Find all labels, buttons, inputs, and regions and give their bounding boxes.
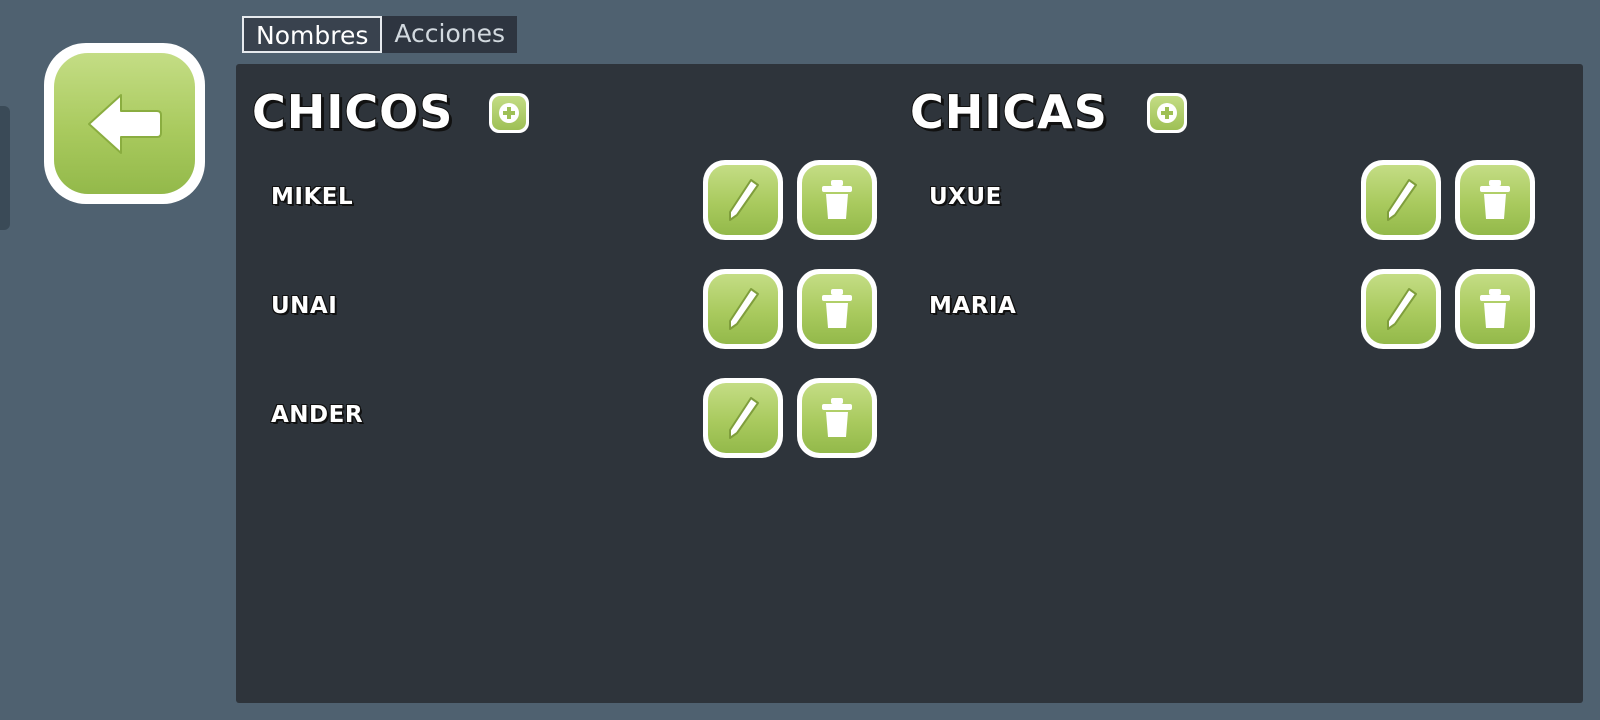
edit-button[interactable] xyxy=(703,378,783,458)
edit-button[interactable] xyxy=(1361,269,1441,349)
add-boy-button[interactable] xyxy=(489,93,529,133)
list-item: ANDER xyxy=(252,378,892,458)
edit-button[interactable] xyxy=(703,160,783,240)
trash-icon xyxy=(819,396,855,440)
pencil-icon xyxy=(725,177,761,223)
tab-bar: Nombres Acciones xyxy=(242,16,518,53)
list-item: UNAI xyxy=(252,269,892,349)
list-item: MARIA xyxy=(910,269,1550,349)
delete-button[interactable] xyxy=(797,160,877,240)
back-button[interactable] xyxy=(44,43,205,204)
pencil-icon xyxy=(725,395,761,441)
plus-icon xyxy=(1156,102,1178,124)
tab-nombres[interactable]: Nombres xyxy=(242,16,383,53)
boys-column: CHICOS MIKEL UNAI ANDER xyxy=(251,64,892,703)
delete-button[interactable] xyxy=(797,269,877,349)
list-item: UXUE xyxy=(910,160,1550,240)
name-label: UXUE xyxy=(929,184,1002,210)
trash-icon xyxy=(1477,178,1513,222)
girls-title: CHICAS xyxy=(909,84,1108,140)
pencil-icon xyxy=(1383,177,1419,223)
boys-title: CHICOS xyxy=(251,84,454,140)
left-edge-handle xyxy=(0,106,10,230)
pencil-icon xyxy=(1383,286,1419,332)
trash-icon xyxy=(819,178,855,222)
names-panel: CHICOS MIKEL UNAI ANDER CHICAS UXUE MARI… xyxy=(236,64,1583,703)
name-label: MIKEL xyxy=(271,184,354,210)
girls-column: CHICAS UXUE MARIA xyxy=(909,64,1550,703)
pencil-icon xyxy=(725,286,761,332)
name-label: UNAI xyxy=(271,293,338,319)
delete-button[interactable] xyxy=(1455,269,1535,349)
add-girl-button[interactable] xyxy=(1147,93,1187,133)
tab-acciones[interactable]: Acciones xyxy=(382,16,518,53)
delete-button[interactable] xyxy=(1455,160,1535,240)
plus-icon xyxy=(498,102,520,124)
arrow-left-icon xyxy=(85,89,165,159)
name-label: MARIA xyxy=(929,293,1017,319)
trash-icon xyxy=(1477,287,1513,331)
edit-button[interactable] xyxy=(1361,160,1441,240)
list-item: MIKEL xyxy=(252,160,892,240)
edit-button[interactable] xyxy=(703,269,783,349)
trash-icon xyxy=(819,287,855,331)
name-label: ANDER xyxy=(271,402,364,428)
delete-button[interactable] xyxy=(797,378,877,458)
